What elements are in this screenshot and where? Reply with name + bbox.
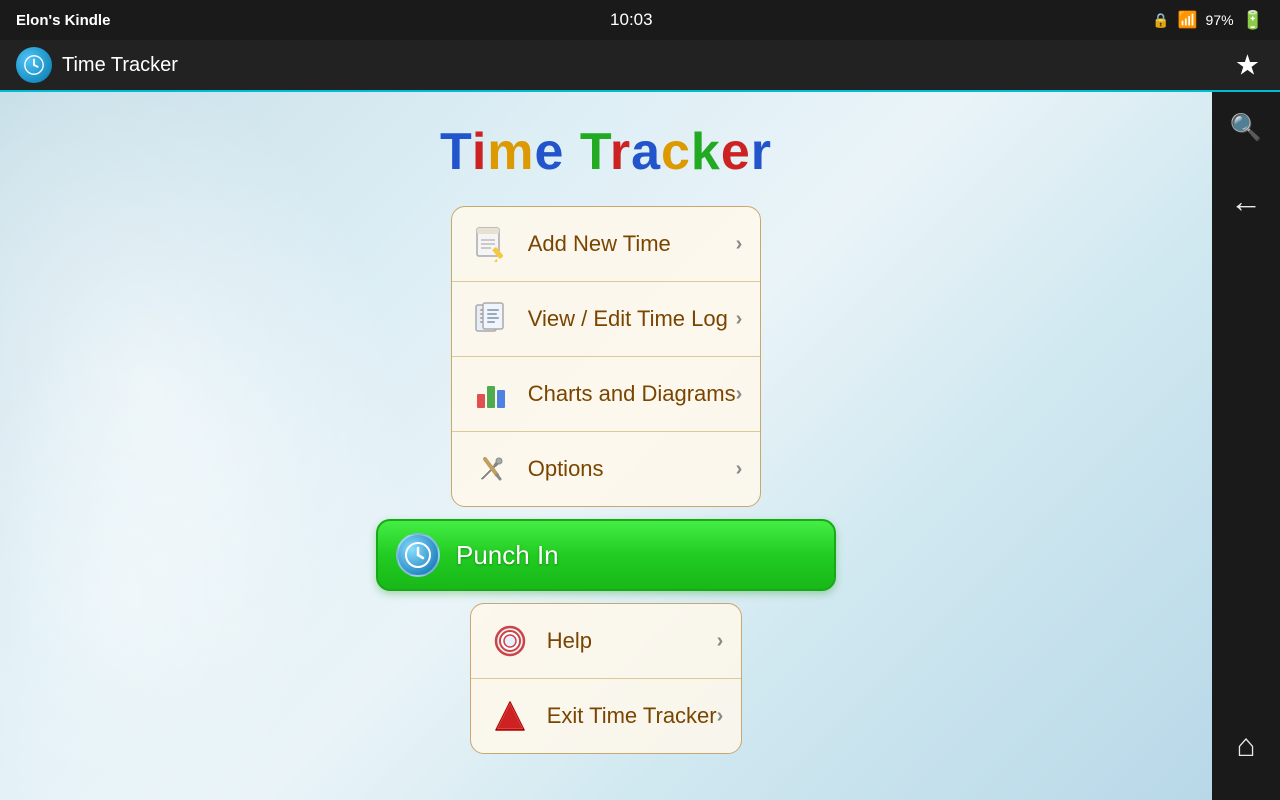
menu-item-add-new-time[interactable]: Add New Time › [452, 207, 761, 282]
wifi-icon: 📶 [1178, 10, 1198, 30]
punch-in-clock-icon [396, 533, 440, 577]
punch-in-button[interactable]: Punch In [376, 519, 836, 591]
options-label: Options [528, 456, 736, 482]
app-title: Time Tracker [440, 122, 772, 182]
charts-diagrams-label: Charts and Diagrams [528, 381, 736, 407]
main-layout: Time Tracker Add [0, 92, 1280, 800]
title-bar: Time Tracker ★ [0, 40, 1280, 92]
right-sidebar: 🔍 ← ⌂ [1212, 92, 1280, 800]
back-icon[interactable]: ← [1230, 183, 1262, 220]
app-title-bar: Time Tracker [62, 54, 178, 77]
status-bar: Elon's Kindle 10:03 🔒 📶 97% 🔋 [0, 0, 1280, 40]
battery-icon: 🔋 [1242, 10, 1264, 31]
menu-item-charts-and-diagrams[interactable]: Charts and Diagrams › [452, 357, 761, 432]
charts-chevron: › [736, 383, 743, 406]
punch-in-label: Punch In [456, 540, 559, 571]
view-edit-icon [470, 298, 512, 340]
help-icon [489, 620, 531, 662]
device-name: Elon's Kindle [16, 12, 110, 29]
exit-icon [489, 695, 531, 737]
exit-time-tracker-label: Exit Time Tracker [547, 703, 717, 729]
help-chevron: › [717, 630, 724, 653]
star-icon[interactable]: ★ [1235, 49, 1260, 82]
menu-item-exit-time-tracker[interactable]: Exit Time Tracker › [471, 679, 742, 753]
status-indicators: 🔒 📶 97% 🔋 [1152, 10, 1264, 31]
add-new-time-label: Add New Time [528, 231, 736, 257]
menu-item-options[interactable]: Options › [452, 432, 761, 506]
charts-icon [470, 373, 512, 415]
menu-item-view-edit-time-log[interactable]: View / Edit Time Log › [452, 282, 761, 357]
bottom-menu-box: Help › Exit Time Tracker › [470, 603, 743, 754]
options-chevron: › [736, 458, 743, 481]
battery-percent: 97% [1206, 12, 1234, 28]
options-icon [470, 448, 512, 490]
add-new-time-icon [470, 223, 512, 265]
content-area: Time Tracker Add [0, 92, 1212, 800]
lock-icon: 🔒 [1152, 12, 1169, 29]
view-edit-chevron: › [736, 308, 743, 331]
menu-item-help[interactable]: Help › [471, 604, 742, 679]
home-icon[interactable]: ⌂ [1236, 727, 1255, 764]
clock: 10:03 [610, 10, 653, 30]
top-menu-box: Add New Time › [451, 206, 762, 507]
exit-chevron: › [717, 705, 724, 728]
help-label: Help [547, 628, 717, 654]
app-icon [16, 47, 52, 83]
add-new-time-chevron: › [736, 233, 743, 256]
search-icon[interactable]: 🔍 [1230, 112, 1262, 143]
view-edit-time-log-label: View / Edit Time Log [528, 306, 736, 332]
